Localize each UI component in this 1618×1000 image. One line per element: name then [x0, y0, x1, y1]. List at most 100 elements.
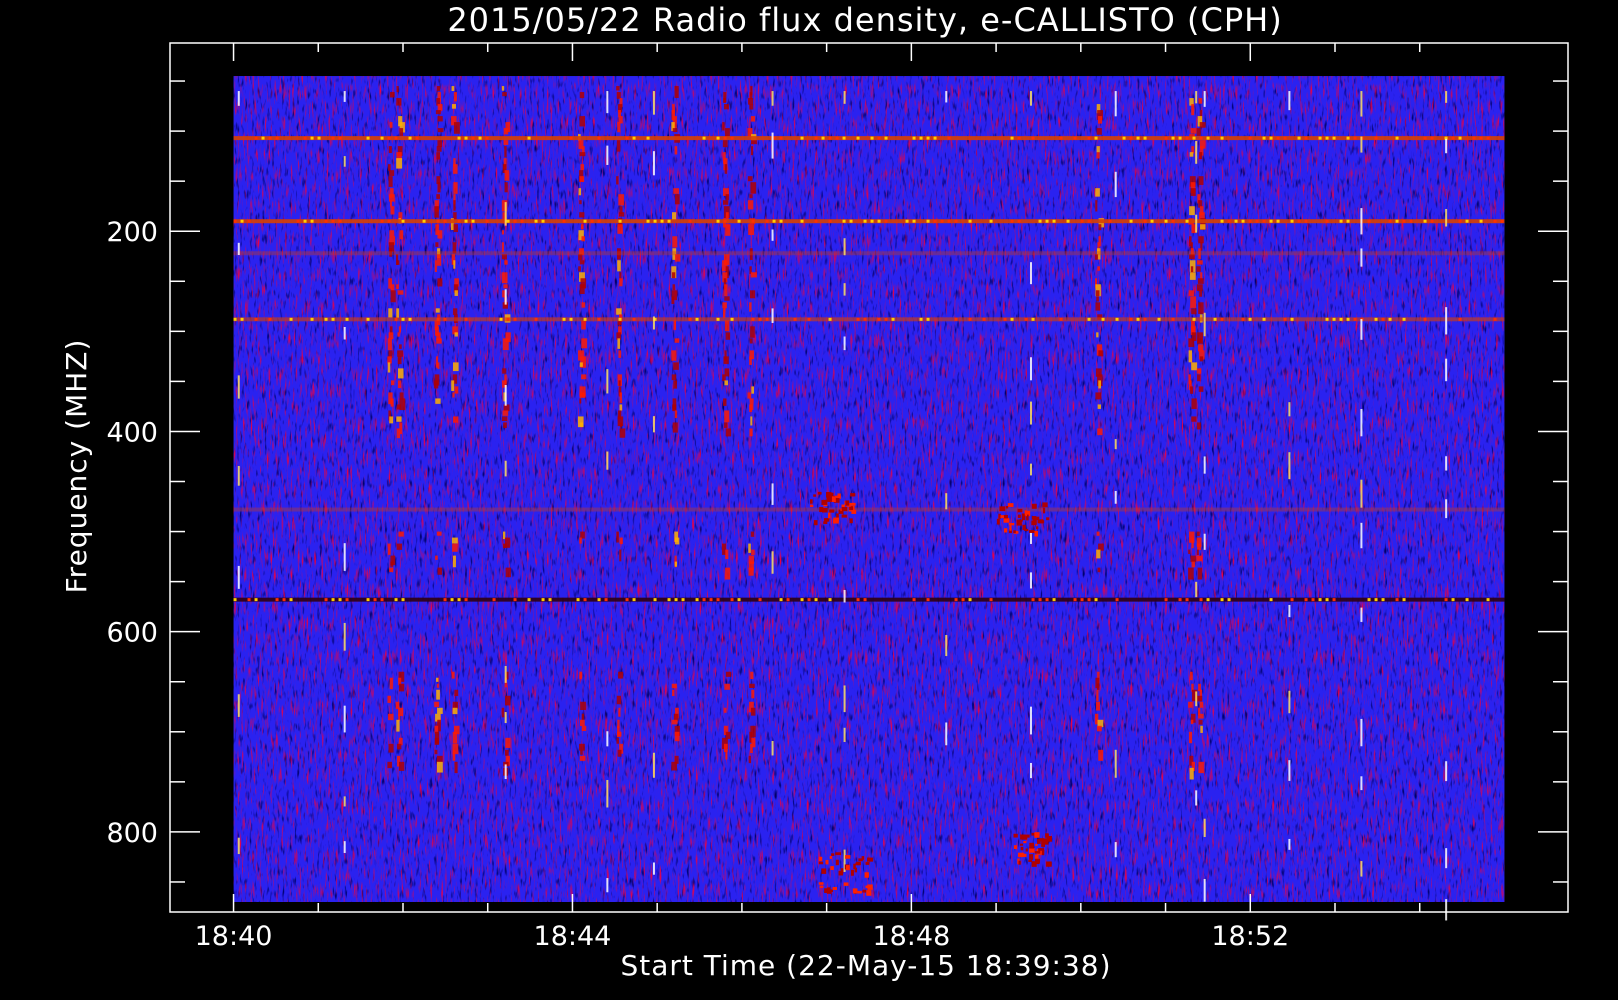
band-speck — [1164, 219, 1168, 223]
band-speck — [590, 219, 594, 223]
spike-mark — [1203, 533, 1206, 550]
burst-mark — [725, 428, 732, 437]
band-speck — [1248, 219, 1252, 223]
burst-mark — [397, 380, 402, 389]
burst-mark — [1190, 555, 1196, 563]
burst-mark — [749, 194, 753, 199]
band-speck — [835, 136, 839, 140]
band-speck — [940, 219, 944, 223]
band-speck — [513, 598, 517, 602]
spike-mark — [1195, 91, 1198, 104]
band-speck — [1269, 136, 1273, 140]
burst-mark — [501, 242, 504, 253]
band-speck — [1136, 317, 1140, 321]
patch-mark — [849, 518, 853, 524]
burst-mark — [454, 761, 458, 774]
band-speck — [275, 598, 279, 602]
band-speck — [1276, 136, 1280, 140]
burst-mark — [579, 719, 585, 726]
spike-mark — [771, 483, 774, 505]
band-speck — [751, 219, 755, 223]
band-speck — [408, 136, 412, 140]
band-speck — [457, 219, 461, 223]
spike-mark — [606, 91, 609, 114]
burst-mark — [581, 713, 585, 720]
patch-mark — [829, 509, 835, 513]
burst-mark — [387, 761, 393, 769]
band-speck — [877, 317, 881, 321]
band-speck — [1325, 317, 1329, 321]
burst-mark — [390, 206, 395, 215]
band-speck — [884, 317, 888, 321]
spike-mark — [237, 375, 240, 399]
burst-mark — [1196, 549, 1199, 555]
burst-mark — [1191, 537, 1194, 549]
band-speck — [422, 219, 426, 223]
patch-mark — [852, 888, 858, 894]
burst-mark — [673, 362, 679, 370]
burst-mark — [390, 380, 395, 386]
burst-mark — [1190, 719, 1194, 725]
band-speck — [1199, 598, 1203, 602]
band-speck — [821, 136, 825, 140]
band-speck — [254, 317, 258, 321]
band-speck — [709, 598, 713, 602]
band-speck — [247, 598, 251, 602]
spike-mark — [1360, 522, 1363, 549]
spike-mark — [1203, 91, 1206, 107]
patch-mark — [835, 495, 841, 498]
burst-mark — [619, 537, 623, 545]
burst-mark — [453, 362, 459, 372]
patch-mark — [1003, 517, 1010, 523]
burst-mark — [454, 332, 458, 337]
burst-mark — [504, 182, 508, 193]
band-speck — [1094, 136, 1098, 140]
spike-mark — [1288, 402, 1291, 417]
band-speck — [800, 598, 804, 602]
band-speck — [1234, 219, 1238, 223]
spike-mark — [1288, 690, 1291, 714]
burst-mark — [617, 749, 622, 757]
burst-mark — [436, 689, 440, 700]
band-speck — [828, 219, 832, 223]
band-speck — [814, 598, 818, 602]
band-speck — [1003, 317, 1007, 321]
band-speck — [1206, 598, 1210, 602]
burst-mark — [616, 86, 620, 91]
burst-mark — [579, 116, 586, 127]
band-speck — [1171, 317, 1175, 321]
burst-mark — [723, 104, 729, 110]
band-speck — [1087, 219, 1091, 223]
band-speck — [828, 598, 832, 602]
patch-mark — [1031, 503, 1037, 509]
burst-mark — [619, 392, 622, 404]
burst-mark — [434, 206, 439, 218]
patch-mark — [1013, 530, 1016, 534]
band-speck — [702, 598, 706, 602]
spike-mark — [1203, 878, 1206, 902]
band-speck — [1143, 219, 1147, 223]
spike-mark — [843, 589, 846, 603]
band-speck — [1451, 136, 1455, 140]
band-speck — [1129, 317, 1133, 321]
band-speck — [828, 136, 832, 140]
band-speck — [933, 136, 937, 140]
burst-mark — [619, 422, 622, 428]
band-speck — [548, 598, 552, 602]
band-speck — [380, 598, 384, 602]
burst-mark — [396, 719, 400, 732]
burst-mark — [1196, 555, 1202, 562]
burst-mark — [1189, 206, 1195, 216]
burst-mark — [748, 224, 755, 236]
band-speck — [1206, 136, 1210, 140]
band-speck — [1283, 317, 1287, 321]
burst-mark — [436, 338, 442, 344]
burst-mark — [747, 200, 754, 210]
burst-mark — [579, 398, 582, 404]
band-speck — [583, 317, 587, 321]
spike-mark — [1114, 490, 1117, 504]
burst-mark — [453, 308, 458, 315]
band-speck — [1486, 598, 1490, 602]
band-speck — [1178, 136, 1182, 140]
interference-band — [233, 136, 1505, 141]
